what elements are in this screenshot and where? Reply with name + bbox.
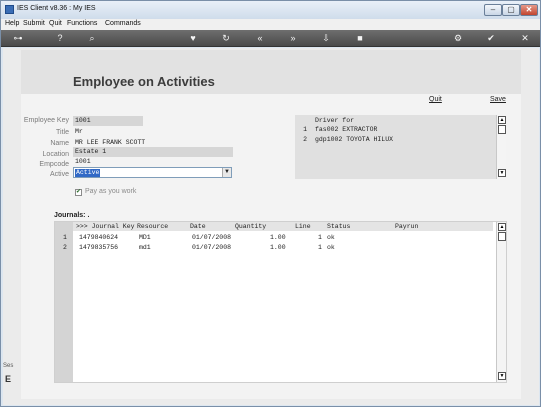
heart-icon[interactable]: ♥ (186, 32, 200, 45)
location-field[interactable]: Estate 1 (73, 147, 233, 157)
row-number: 2 (303, 136, 307, 143)
scroll-down-icon[interactable]: ▼ (498, 169, 506, 177)
pay-as-you-work-label: Pay as you work (85, 188, 137, 195)
close-window-button[interactable]: ✕ (520, 4, 538, 16)
menu-functions[interactable]: Functions (67, 20, 97, 27)
name-label: Name (50, 140, 69, 147)
save-link[interactable]: Save (490, 96, 506, 103)
status-cell[interactable]: ok (327, 234, 335, 241)
menu-commands[interactable]: Commands (105, 20, 141, 27)
fast-forward-icon[interactable]: » (286, 32, 300, 45)
close-icon[interactable]: ✕ (518, 32, 532, 45)
download-icon[interactable]: ⇩ (319, 32, 333, 45)
quantity-cell[interactable]: 1.00 (270, 234, 286, 241)
active-label: Active (49, 171, 69, 178)
toolbar: ⊶ ? ⌕ ♥ ↻ « » ⇩ ■ ⚙ ✔ ✕ (1, 30, 540, 47)
list-item[interactable]: 1 fas002 EXTRACTOR (295, 126, 490, 135)
employee-key-label: Employee Key (23, 117, 69, 124)
title-field[interactable]: Mr (73, 127, 233, 137)
quit-link[interactable]: Quit (429, 96, 442, 103)
driver-for-list[interactable]: Driver for 1 fas002 EXTRACTOR 2 gdp1002 … (295, 115, 506, 179)
app-window: IES Client v8.36 : My IES – ▢ ✕ Help Sub… (0, 0, 541, 407)
journals-header (73, 222, 493, 231)
resource-cell[interactable]: MD1 (139, 234, 151, 241)
journals-scrollbar[interactable]: ▲ ▼ (496, 222, 506, 382)
status-cell[interactable]: ok (327, 244, 335, 251)
minimize-button[interactable]: – (484, 4, 502, 16)
journal-key-cell[interactable]: 1479835756 (79, 244, 118, 251)
menu-bar: Help Submit Quit Functions Commands (1, 19, 540, 30)
column-header: Resource (137, 223, 169, 230)
driver-scrollbar[interactable]: ▲ ▼ (496, 115, 506, 179)
scroll-down-icon[interactable]: ▼ (498, 372, 506, 380)
resource-cell[interactable]: md1 (139, 244, 151, 251)
row-number: 1 (63, 234, 67, 241)
page-title: Employee on Activities (73, 74, 215, 89)
maximize-button[interactable]: ▢ (502, 4, 520, 16)
scroll-up-icon[interactable]: ▲ (498, 116, 506, 124)
driver-value: gdp1002 TOYOTA HILUX (315, 136, 394, 143)
employee-key-field[interactable]: 1001 (73, 116, 143, 126)
side-letter-fragment: E (5, 374, 12, 384)
empcode-label: Empcode (39, 161, 69, 168)
row-number: 2 (63, 244, 67, 251)
driver-for-header: Driver for (315, 117, 355, 124)
menu-submit[interactable]: Submit (23, 20, 45, 27)
menu-quit[interactable]: Quit (49, 20, 62, 27)
date-cell[interactable]: 01/07/2008 (192, 234, 231, 241)
column-header: Quantity (235, 223, 267, 230)
empcode-field[interactable]: 1001 (73, 157, 233, 167)
location-label: Location (42, 151, 69, 158)
menu-help[interactable]: Help (5, 20, 19, 27)
search-icon[interactable]: ⌕ (85, 32, 99, 45)
column-header: Line (295, 223, 311, 230)
title-label: Title (56, 129, 69, 136)
driver-value: fas002 EXTRACTOR (315, 126, 378, 133)
column-header: Status (327, 223, 351, 230)
pay-as-you-work-checkbox[interactable]: ✔ (75, 189, 82, 196)
key-icon[interactable]: ⊶ (11, 32, 25, 45)
active-select[interactable]: Active ▼ (73, 167, 232, 178)
quantity-cell[interactable]: 1.00 (270, 244, 286, 251)
journal-key-cell[interactable]: 1479840624 (79, 234, 118, 241)
scroll-thumb[interactable] (498, 232, 506, 241)
content-area: Employee on Activities Quit Save Employe… (3, 48, 539, 405)
journals-table[interactable]: >>> Journal Key Resource Date Quantity L… (54, 221, 507, 383)
column-header: >>> Journal Key (76, 223, 135, 230)
refresh-icon[interactable]: ↻ (219, 32, 233, 45)
window-title: IES Client v8.36 : My IES (17, 5, 96, 12)
line-cell[interactable]: 1 (318, 234, 322, 241)
chevron-down-icon[interactable]: ▼ (222, 168, 231, 177)
journals-title: Journals: . (54, 212, 90, 219)
stop-icon[interactable]: ■ (353, 32, 367, 45)
active-select-value: Active (75, 169, 101, 177)
column-header: Date (190, 223, 206, 230)
scroll-thumb[interactable] (498, 125, 506, 134)
app-icon (5, 5, 14, 14)
column-header: Payrun (395, 223, 419, 230)
rewind-icon[interactable]: « (253, 32, 267, 45)
title-bar: IES Client v8.36 : My IES – ▢ ✕ (1, 1, 540, 19)
list-item[interactable]: 2 gdp1002 TOYOTA HILUX (295, 136, 490, 145)
row-number: 1 (303, 126, 307, 133)
settings-icon[interactable]: ⚙ (451, 32, 465, 45)
help-icon[interactable]: ? (53, 32, 67, 45)
date-cell[interactable]: 01/07/2008 (192, 244, 231, 251)
scroll-up-icon[interactable]: ▲ (498, 223, 506, 231)
line-cell[interactable]: 1 (318, 244, 322, 251)
check-icon[interactable]: ✔ (484, 32, 498, 45)
session-fragment: Ses (3, 363, 14, 369)
